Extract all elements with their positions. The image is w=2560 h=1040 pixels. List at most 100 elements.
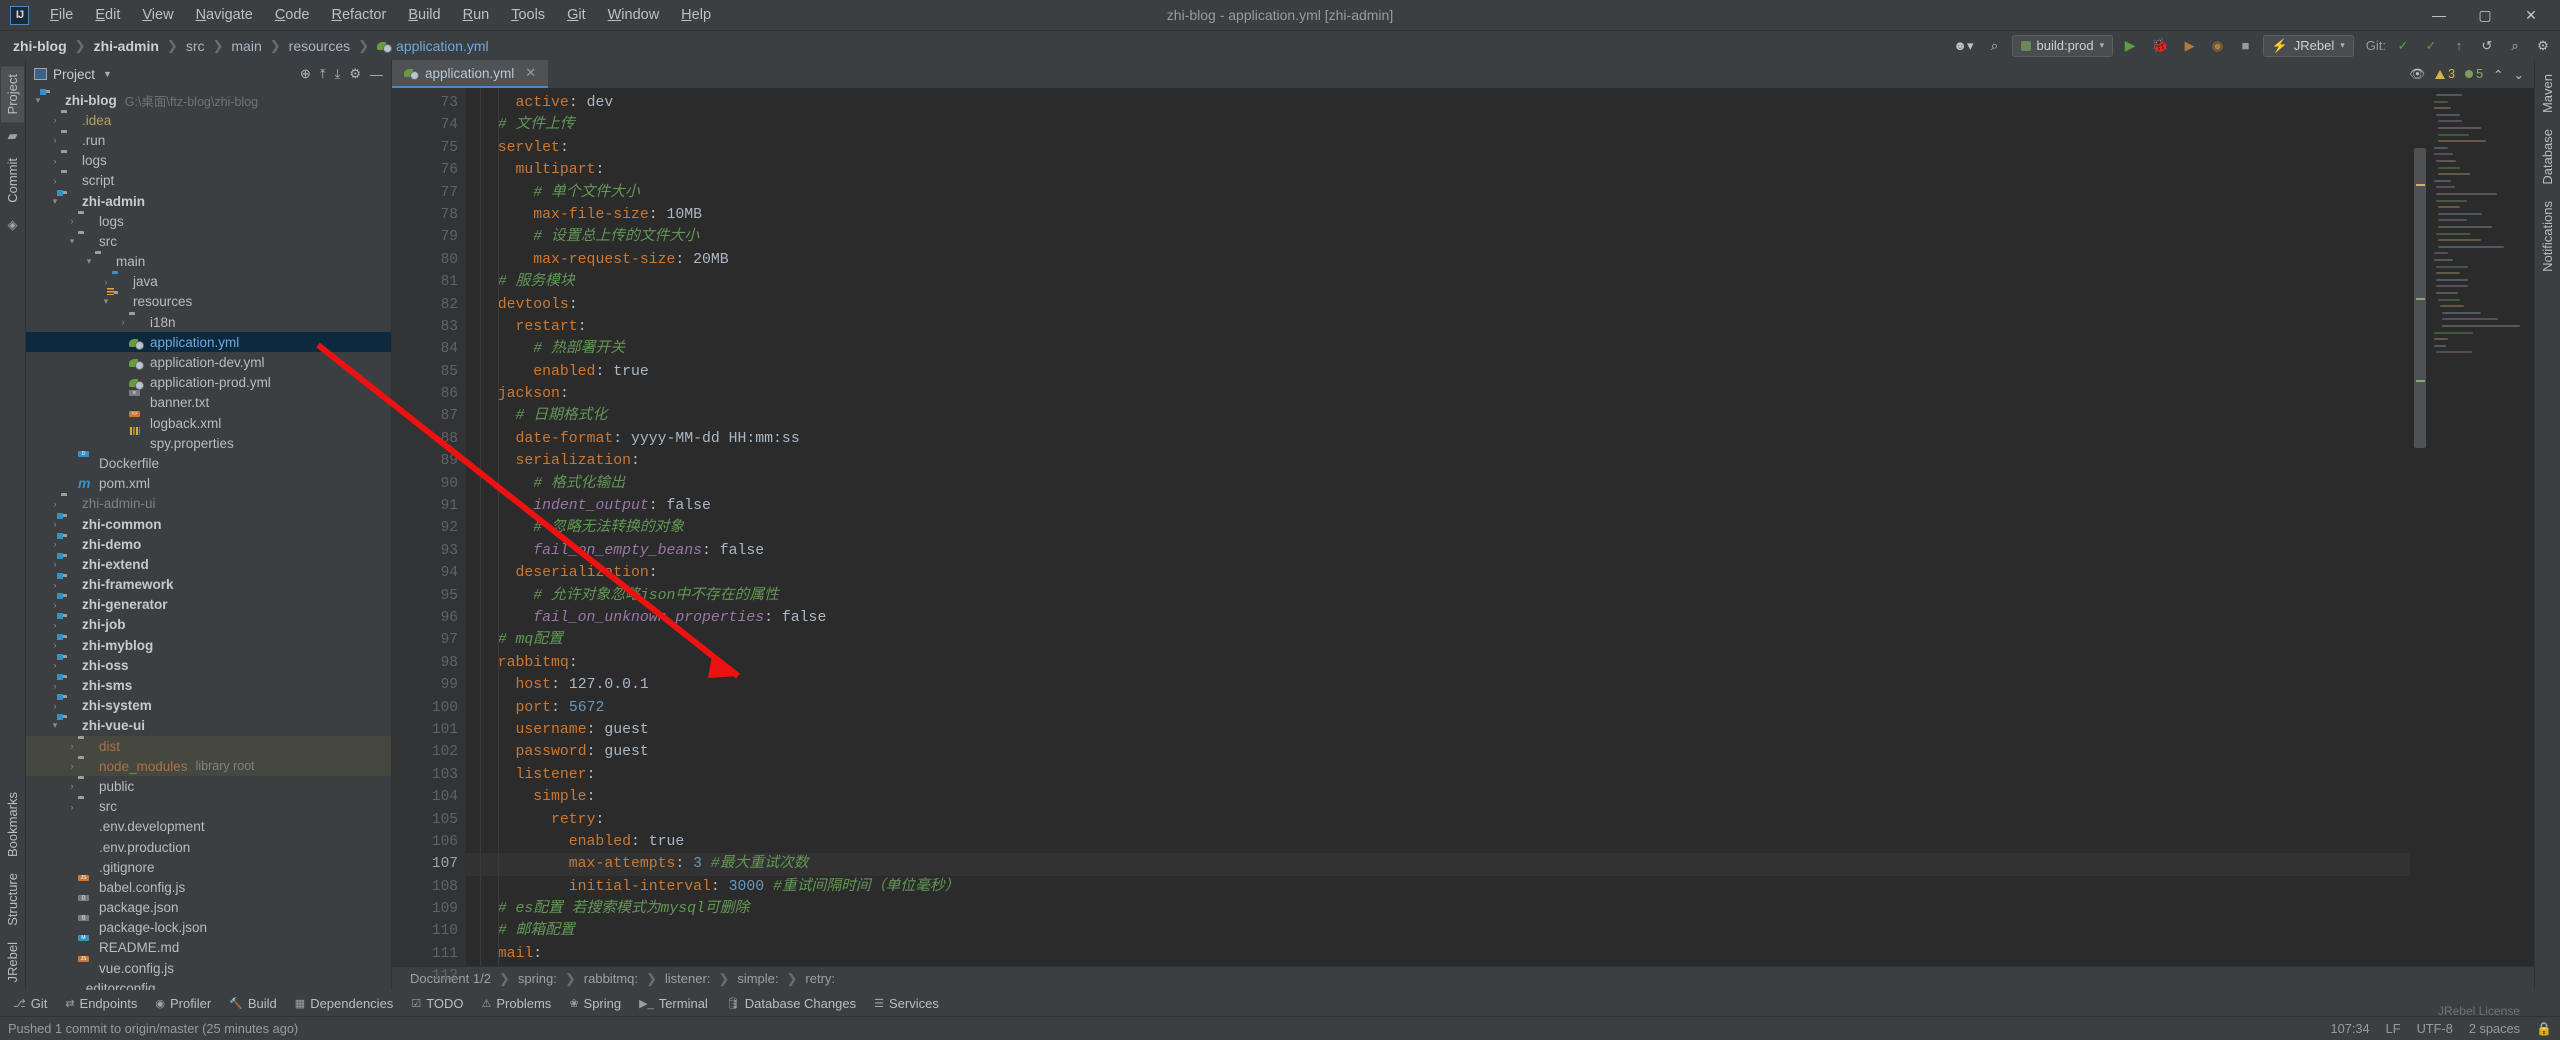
run-configuration-selector[interactable]: build:prod ▾ bbox=[2011, 34, 2114, 57]
code-line[interactable]: # 文件上传 bbox=[466, 114, 2410, 136]
bottom-tool-profiler[interactable]: ◉ Profiler bbox=[146, 993, 220, 1014]
search-icon[interactable]: ⌕ bbox=[2504, 35, 2526, 57]
line-number[interactable]: 93 bbox=[392, 540, 466, 562]
code-line[interactable]: mail: bbox=[466, 943, 2410, 965]
chevron-right-icon[interactable]: › bbox=[49, 620, 61, 630]
expand-all-icon[interactable]: ⤒ bbox=[320, 66, 326, 82]
bottom-tool-spring[interactable]: ❀ Spring bbox=[560, 993, 630, 1014]
search-everywhere-icon[interactable]: ⌕ bbox=[1984, 35, 2006, 57]
chevron-down-icon[interactable]: ▾ bbox=[66, 236, 78, 247]
code-line[interactable]: # 日期格式化 bbox=[466, 405, 2410, 427]
close-button[interactable]: ✕ bbox=[2508, 1, 2554, 30]
code-line[interactable]: servlet: bbox=[466, 137, 2410, 159]
line-number[interactable]: 98− bbox=[392, 652, 480, 674]
bottom-tool-services[interactable]: ☰ Services bbox=[865, 993, 948, 1014]
warning-count[interactable]: 3 bbox=[2435, 67, 2455, 81]
code-line[interactable]: enabled: true bbox=[466, 361, 2410, 383]
code-line[interactable]: # 邮箱配置 bbox=[466, 920, 2410, 942]
code-line[interactable]: host: smtp.qq.com bbox=[466, 965, 2410, 966]
sidebar-item-jrebel[interactable]: JRebel bbox=[1, 934, 24, 990]
tree-node-script[interactable]: › script bbox=[26, 171, 391, 191]
chevron-down-icon[interactable]: ▾ bbox=[83, 256, 95, 267]
tree-node-resources[interactable]: ▾ resources bbox=[26, 292, 391, 312]
jrebel-selector[interactable]: ⚡ JRebel ▾ bbox=[2262, 34, 2354, 57]
chevron-down-icon[interactable]: ▼ bbox=[103, 69, 112, 79]
tree-node--editorconfig[interactable]: ›.editorconfig bbox=[26, 978, 391, 990]
user-avatar-icon[interactable]: ☻▾ bbox=[1949, 35, 1977, 57]
tree-node-zhi-vue-ui[interactable]: ▾ zhi-vue-ui bbox=[26, 716, 391, 736]
chevron-right-icon[interactable]: › bbox=[49, 115, 61, 125]
line-number[interactable]: 87 bbox=[392, 405, 466, 427]
panel-settings-gear-icon[interactable]: ⚙ bbox=[349, 66, 361, 82]
line-number[interactable]: 83− bbox=[392, 316, 480, 338]
tree-node--run[interactable]: › .run bbox=[26, 130, 391, 150]
git-update-icon[interactable]: ✓ bbox=[2392, 35, 2414, 57]
debug-button[interactable]: 🐞 bbox=[2147, 35, 2172, 57]
line-number[interactable]: 74 bbox=[392, 114, 466, 136]
breadcrumb-item-resources[interactable]: resources bbox=[282, 36, 357, 56]
scroll-from-source-icon[interactable]: ⊕ bbox=[300, 66, 311, 82]
line-number[interactable]: 103− bbox=[392, 764, 480, 786]
tree-node-dist[interactable]: › dist bbox=[26, 736, 391, 757]
run-button[interactable]: ▶ bbox=[2119, 35, 2141, 57]
tree-node-zhi-sms[interactable]: › zhi-sms bbox=[26, 675, 391, 695]
code-line[interactable]: max-request-size: 20MB bbox=[466, 249, 2410, 271]
tree-node--env-production[interactable]: › .env.production bbox=[26, 837, 391, 857]
tree-node-zhi-myblog[interactable]: › zhi-myblog bbox=[26, 635, 391, 655]
code-line[interactable]: restart: bbox=[466, 316, 2410, 338]
code-line[interactable]: # 设置总上传的文件大小 bbox=[466, 226, 2410, 248]
code-line[interactable]: active: dev bbox=[466, 92, 2410, 114]
line-number[interactable]: 94− bbox=[392, 562, 480, 584]
line-number[interactable]: 82− bbox=[392, 294, 480, 316]
chevron-right-icon[interactable]: › bbox=[49, 499, 61, 509]
bottom-tool-git[interactable]: ⎇ Git bbox=[4, 993, 56, 1014]
tree-node-application-dev-yml[interactable]: › application-dev.yml bbox=[26, 352, 391, 372]
code-line[interactable]: initial-interval: 3000 #重试间隔时间（单位毫秒） bbox=[466, 876, 2410, 898]
line-number[interactable]: 90 bbox=[392, 473, 466, 495]
code-line[interactable]: max-attempts: 3 #最大重试次数 bbox=[466, 853, 2410, 876]
error-stripe-marker[interactable] bbox=[2416, 298, 2425, 300]
line-number-gutter[interactable]: 73−7475−76−777879808182−83−848586−878889… bbox=[392, 88, 480, 984]
tree-node-dockerfile[interactable]: ›D Dockerfile bbox=[26, 450, 391, 473]
bottom-tool-terminal[interactable]: ▶_ Terminal bbox=[630, 993, 717, 1014]
code-line[interactable]: # 格式化输出 bbox=[466, 473, 2410, 495]
line-number[interactable]: 108 bbox=[392, 876, 466, 898]
bottom-tool-endpoints[interactable]: ⇄ Endpoints bbox=[56, 993, 146, 1014]
bottom-tool-database-changes[interactable]: 🛢 Database Changes bbox=[717, 993, 865, 1014]
sidebar-item-notifications[interactable]: Notifications bbox=[2536, 193, 2559, 280]
code-minimap-preview[interactable] bbox=[2428, 88, 2534, 966]
chevron-down-icon[interactable]: ▾ bbox=[49, 196, 61, 207]
tree-node-zhi-blog[interactable]: ▾ zhi-blog G:\桌面\ftz-blog\zhi-blog bbox=[26, 90, 391, 110]
git-push-icon[interactable]: ↑ bbox=[2448, 35, 2470, 57]
tree-node-zhi-common[interactable]: › zhi-common bbox=[26, 514, 391, 534]
line-separator[interactable]: LF bbox=[2386, 1021, 2401, 1036]
line-number[interactable]: 77 bbox=[392, 182, 466, 204]
chevron-down-icon[interactable]: ▾ bbox=[49, 720, 61, 731]
chevron-right-icon[interactable]: › bbox=[49, 640, 61, 650]
chevron-right-icon[interactable]: › bbox=[49, 660, 61, 670]
tree-node-main[interactable]: ▾ main bbox=[26, 252, 391, 272]
code-line[interactable]: rabbitmq: bbox=[466, 652, 2410, 674]
menu-item-git[interactable]: Git bbox=[556, 4, 597, 26]
breadcrumb-item-application-yml[interactable]: application.yml bbox=[370, 36, 496, 56]
git-history-icon[interactable]: ↺ bbox=[2476, 35, 2498, 57]
chevron-right-icon[interactable]: › bbox=[49, 156, 61, 166]
line-number[interactable]: 85 bbox=[392, 361, 466, 383]
next-problem-icon[interactable]: ⌄ bbox=[2514, 67, 2524, 82]
collapse-all-icon[interactable]: ⤓ bbox=[335, 66, 341, 82]
code-line[interactable]: # 热部署开关 bbox=[466, 338, 2410, 360]
line-number[interactable]: 112 bbox=[392, 965, 466, 987]
tree-node-zhi-admin-ui[interactable]: › zhi-admin-ui bbox=[26, 494, 391, 514]
chevron-right-icon[interactable]: › bbox=[66, 781, 78, 791]
code-line[interactable]: date-format: yyyy-MM-dd HH:mm:ss bbox=[466, 428, 2410, 450]
tree-node-zhi-job[interactable]: › zhi-job bbox=[26, 615, 391, 635]
line-number[interactable]: 75− bbox=[392, 137, 480, 159]
chevron-right-icon[interactable]: › bbox=[49, 135, 61, 145]
minimize-button[interactable]: — bbox=[2416, 1, 2462, 30]
line-number[interactable]: 97 bbox=[392, 629, 466, 651]
lock-icon[interactable]: 🔒 bbox=[2536, 1021, 2552, 1037]
line-number[interactable]: 95 bbox=[392, 585, 466, 607]
line-number[interactable]: 88 bbox=[392, 428, 466, 450]
code-line[interactable]: username: guest bbox=[466, 719, 2410, 741]
tree-node-logs[interactable]: › logs bbox=[26, 151, 391, 171]
